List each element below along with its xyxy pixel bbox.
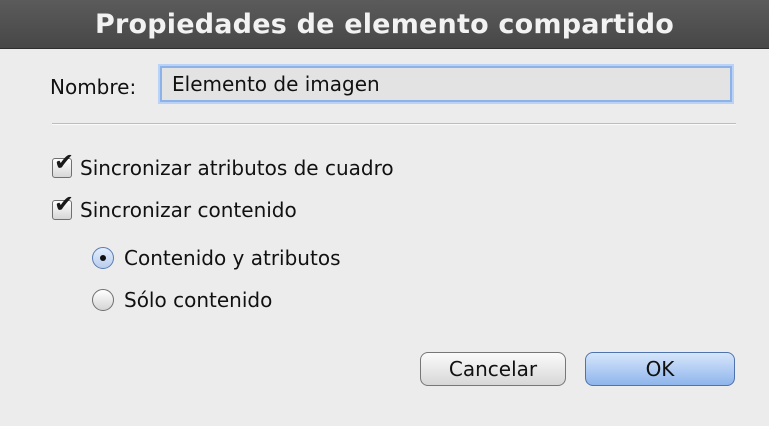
checkmark-icon: ✔ <box>54 190 75 218</box>
name-input[interactable] <box>160 66 732 102</box>
checkmark-icon: ✔ <box>54 148 75 176</box>
dialog-title: Propiedades de elemento compartido <box>0 0 769 49</box>
sync-content-label: Sincronizar contenido <box>80 198 297 222</box>
section-divider <box>52 123 736 125</box>
content-and-attributes-label: Contenido y atributos <box>124 246 341 270</box>
content-and-attributes-option[interactable]: Contenido y atributos <box>92 246 340 270</box>
sync-content-option[interactable]: ✔ Sincronizar contenido <box>52 192 297 222</box>
content-only-radio[interactable] <box>92 289 114 311</box>
name-label: Nombre: <box>50 75 137 99</box>
sync-content-checkbox[interactable]: ✔ <box>52 192 74 220</box>
content-and-attributes-radio[interactable] <box>92 247 114 269</box>
radio-dot-icon <box>100 255 106 261</box>
content-only-option[interactable]: Sólo contenido <box>92 288 272 312</box>
shared-item-properties-dialog: Propiedades de elemento compartido Nombr… <box>0 0 769 426</box>
sync-frame-attributes-label: Sincronizar atributos de cuadro <box>80 156 394 180</box>
content-only-label: Sólo contenido <box>124 288 273 312</box>
cancel-button[interactable]: Cancelar <box>420 352 566 386</box>
sync-frame-attributes-checkbox[interactable]: ✔ <box>52 150 74 178</box>
ok-button[interactable]: OK <box>585 352 735 386</box>
sync-frame-attributes-option[interactable]: ✔ Sincronizar atributos de cuadro <box>52 150 394 180</box>
